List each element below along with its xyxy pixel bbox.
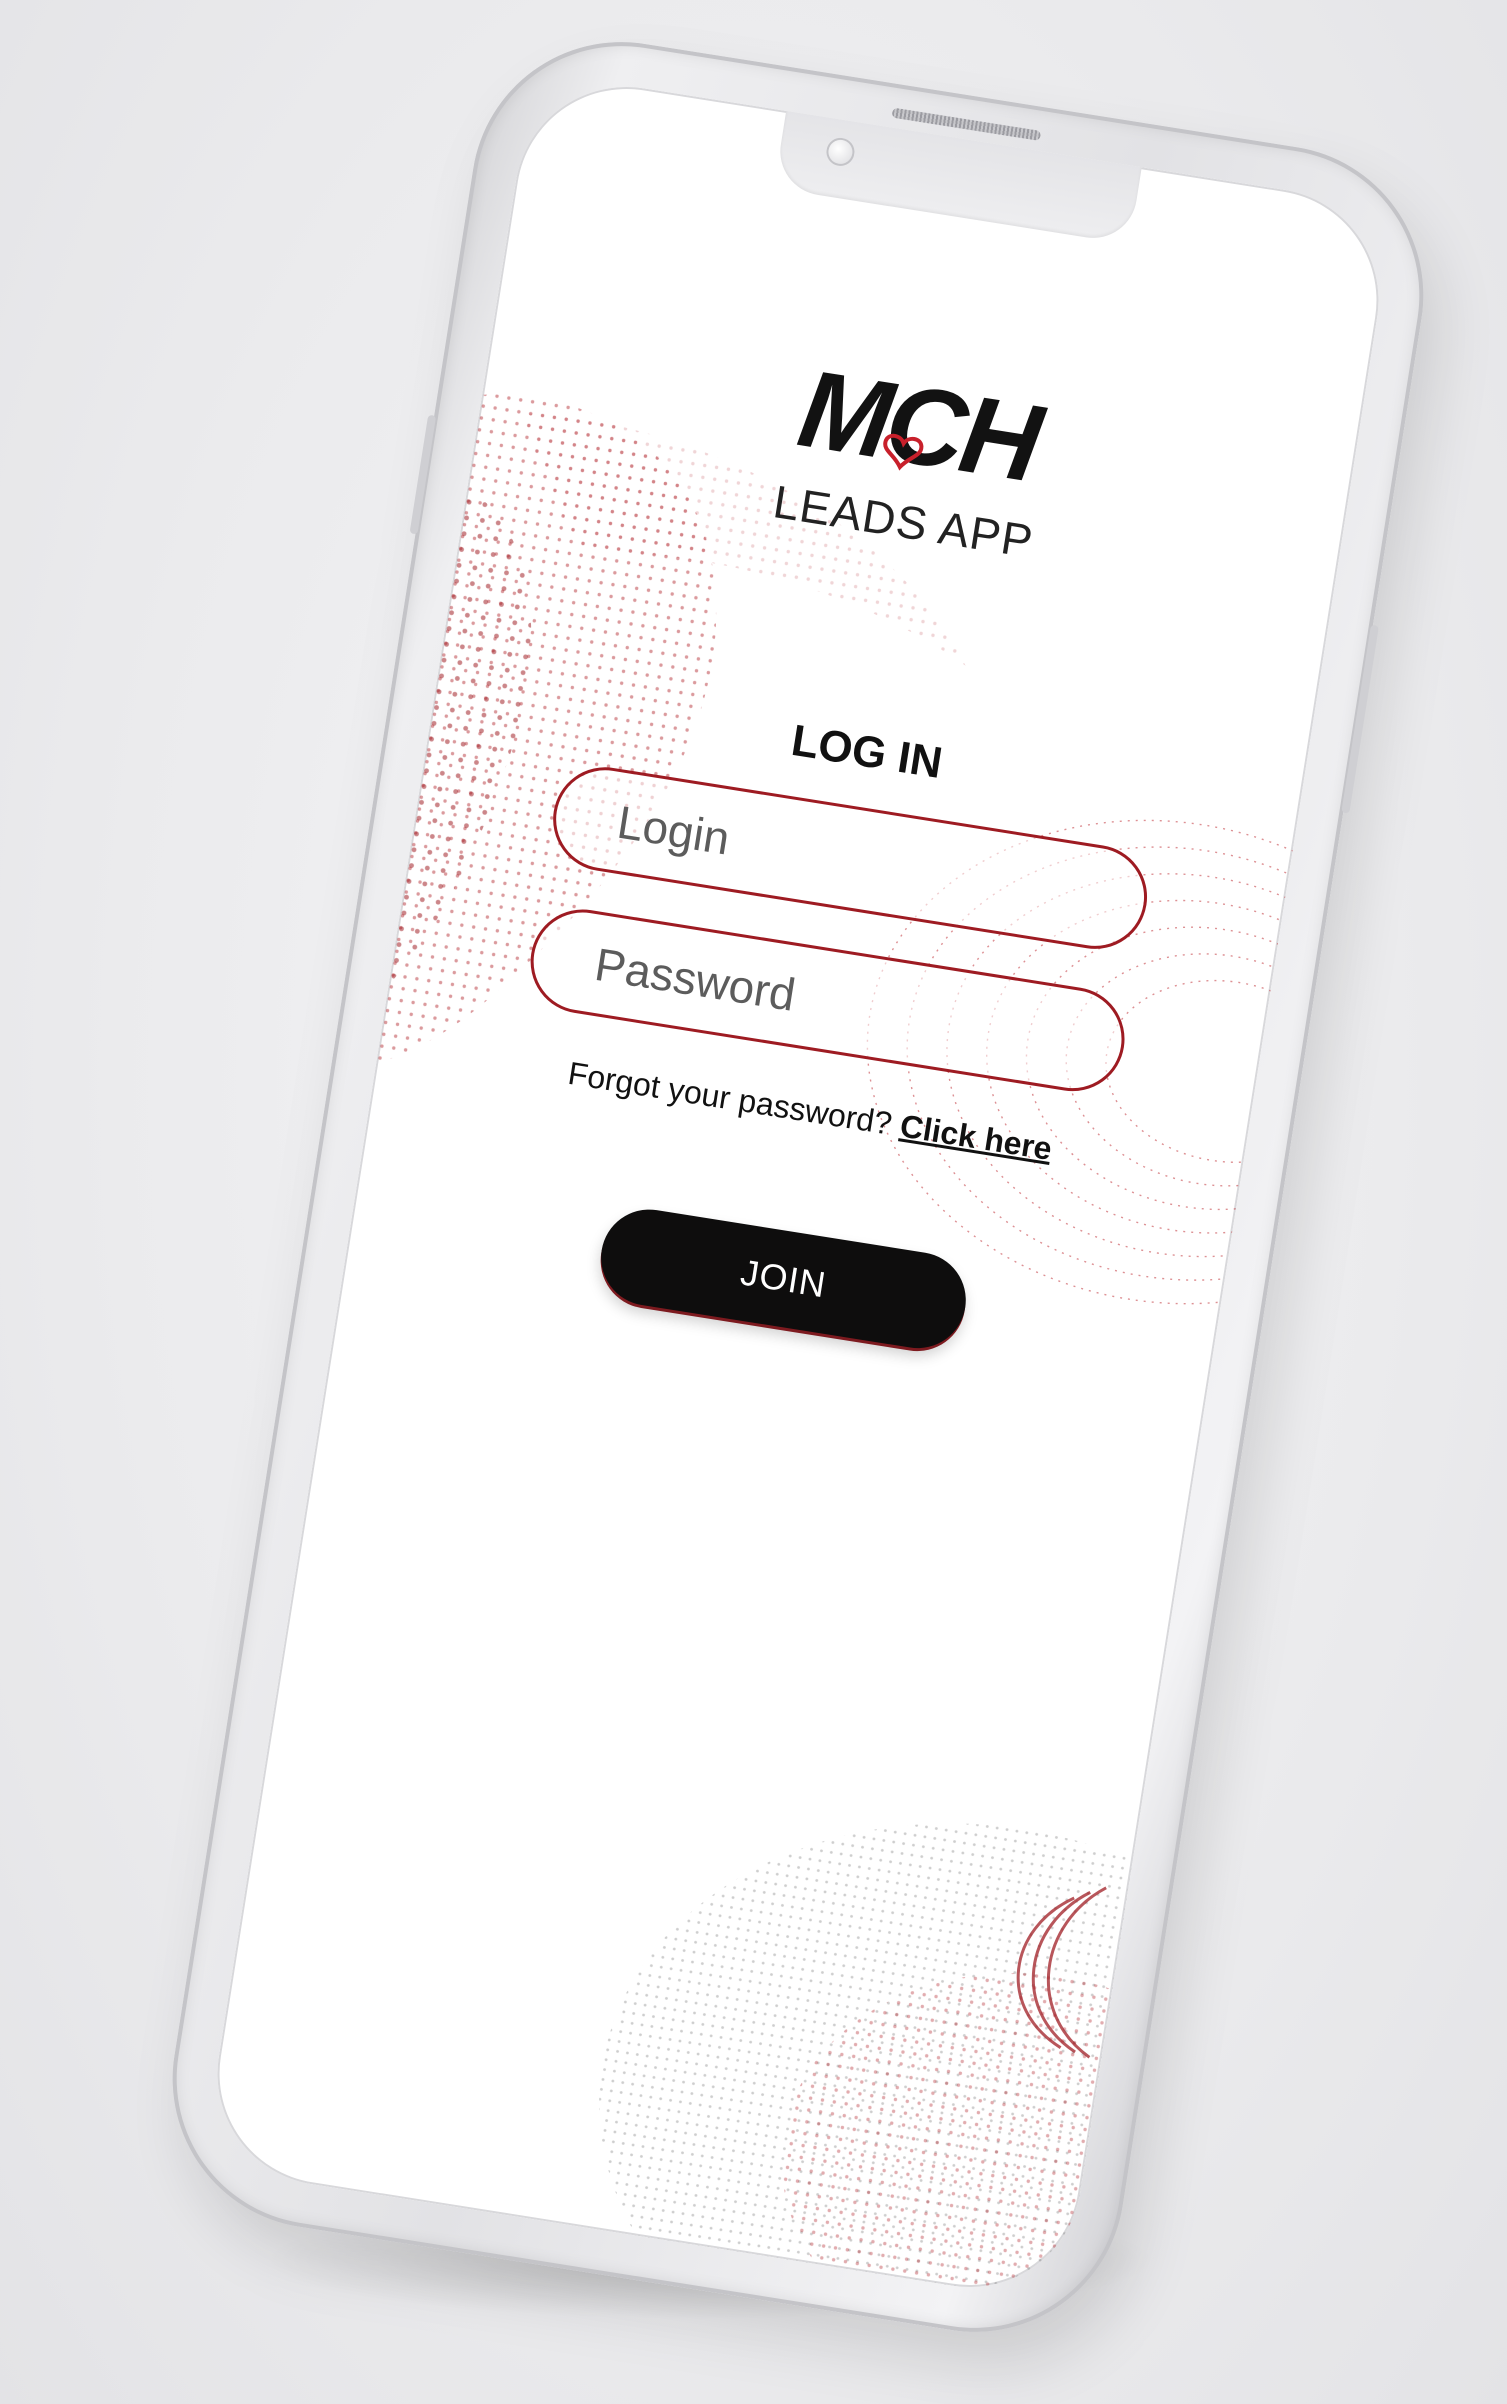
forgot-password-text: Forgot your password?: [565, 1054, 895, 1142]
login-content: MCH LEADS APP LOG IN Forgot your passwor…: [201, 71, 1394, 2303]
device-mockup-stage: MCH LEADS APP LOG IN Forgot your passwor…: [0, 0, 1507, 2404]
camera-icon: [824, 135, 857, 168]
phone-device: MCH LEADS APP LOG IN Forgot your passwor…: [151, 20, 1445, 2354]
app-screen: MCH LEADS APP LOG IN Forgot your passwor…: [201, 70, 1395, 2304]
forgot-password-link[interactable]: Click here: [898, 1107, 1055, 1166]
join-button[interactable]: JOIN: [594, 1202, 973, 1356]
